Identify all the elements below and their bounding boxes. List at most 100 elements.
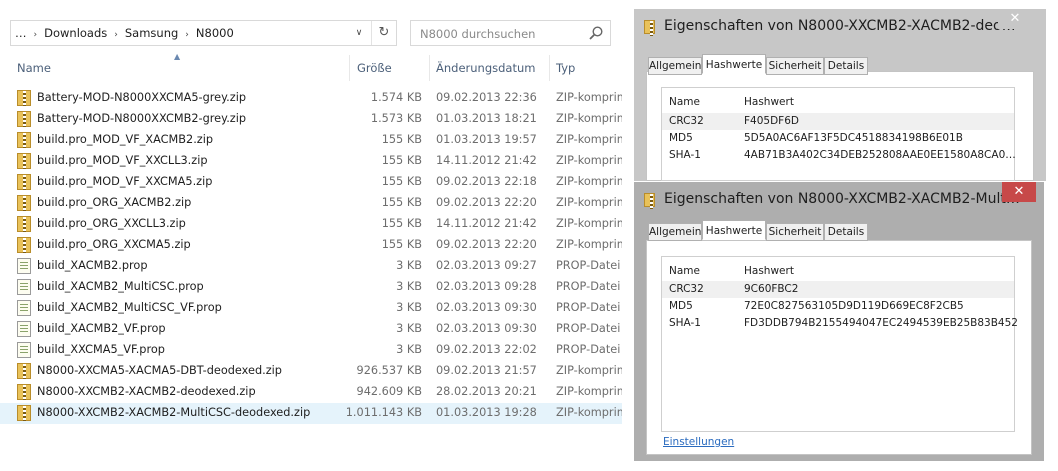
hash-header-value[interactable]: Hashwert xyxy=(744,265,794,277)
search-box[interactable]: N8000 durchsuchen xyxy=(410,20,611,46)
zip-file-icon xyxy=(644,20,655,36)
properties-dialog-2: Eigenschaften von N8000-XXCMB2-XACMB2-Mu… xyxy=(634,182,1044,461)
file-date: 02.03.2013 09:28 xyxy=(436,280,537,293)
file-size: 3 KB xyxy=(396,301,422,314)
address-bar[interactable]: … › Downloads › Samsung › N8000 ∨ ↻ xyxy=(10,20,397,46)
sort-ascending-icon: ▲ xyxy=(174,52,181,61)
hash-value: FD3DDB794B2155494047EC2494539EB25B83B452 xyxy=(744,317,1018,329)
prop-file-icon xyxy=(17,258,31,274)
hash-row[interactable]: SHA-1 4AB71B3A402C34DEB252808AAE0EE1580A8… xyxy=(662,147,1016,164)
search-icon[interactable] xyxy=(588,25,604,41)
column-header-type[interactable]: Typ xyxy=(556,61,575,75)
hash-name: CRC32 xyxy=(669,115,704,127)
file-date: 09.02.2013 21:57 xyxy=(436,364,537,377)
tab-sicherheit[interactable]: Sicherheit xyxy=(766,223,824,241)
file-name: build_XACMB2_VF.prop xyxy=(37,322,166,335)
hash-row[interactable]: MD5 5D5A0AC6AF13F5DC4518834198B6E01B xyxy=(662,130,1014,147)
file-row[interactable]: N8000-XXCMB2-XACMB2-MultiCSC-deodexed.zi… xyxy=(0,403,628,424)
tab-sicherheit[interactable]: Sicherheit xyxy=(766,57,824,75)
file-row[interactable]: Battery-MOD-N8000XXCMA5-grey.zip 1.574 KB… xyxy=(0,88,628,109)
breadcrumb-separator-icon: › xyxy=(33,30,38,40)
file-row[interactable]: build.pro_ORG_XACMB2.zip 155 KB 09.02.2013… xyxy=(0,193,628,214)
hash-value: 9C60FBC2 xyxy=(744,283,799,295)
file-size: 1.574 KB xyxy=(370,91,422,104)
tab-hashwerte[interactable]: Hashwerte xyxy=(702,54,766,74)
tab-details[interactable]: Details xyxy=(824,57,868,75)
file-row[interactable]: build.pro_ORG_XXCMA5.zip 155 KB 09.02.2013… xyxy=(0,235,628,256)
hash-header-name[interactable]: Name xyxy=(669,96,700,108)
search-placeholder[interactable]: N8000 durchsuchen xyxy=(420,27,535,41)
hash-name: MD5 xyxy=(669,132,693,144)
file-name: build_XACMB2_MultiCSC_VF.prop xyxy=(37,301,222,314)
breadcrumb-item-samsung[interactable]: Samsung xyxy=(125,26,178,40)
file-row[interactable]: build_XACMB2_MultiCSC_VF.prop 3 KB 02.03.2… xyxy=(0,298,622,319)
file-row[interactable]: N8000-XXCMB2-XACMB2-deodexed.zip 942.609 … xyxy=(0,382,628,403)
tab-allgemein[interactable]: Allgemein xyxy=(648,57,702,75)
breadcrumb-separator-icon: › xyxy=(185,30,189,40)
address-dropdown-chevron-icon[interactable]: ∨ xyxy=(350,24,368,42)
file-type: ZIP-komprim xyxy=(556,217,628,230)
file-row[interactable]: Battery-MOD-N8000XXCMB2-grey.zip 1.573 KB… xyxy=(0,109,628,130)
close-icon[interactable]: ✕ xyxy=(998,9,1032,29)
file-name: N8000-XXCMA5-XACMA5-DBT-deodexed.zip xyxy=(37,364,282,377)
file-row[interactable]: N8000-XXCMA5-XACMA5-DBT-deodexed.zip 926.… xyxy=(0,361,628,382)
file-type: ZIP-komprim xyxy=(556,406,628,419)
breadcrumb-overflow[interactable]: … xyxy=(15,26,27,40)
zip-file-icon xyxy=(17,216,31,232)
hash-row[interactable]: CRC32 9C60FBC2 xyxy=(662,281,1014,298)
tab-details[interactable]: Details xyxy=(824,223,868,241)
file-date: 09.02.2013 22:02 xyxy=(436,343,537,356)
file-row[interactable]: build.pro_MOD_VF_XACMB2.zip 155 KB 01.03.2… xyxy=(0,130,628,151)
file-row[interactable]: build.pro_MOD_VF_XXCLL3.zip 155 KB 14.11.2… xyxy=(0,151,628,172)
settings-link[interactable]: Einstellungen xyxy=(663,436,734,448)
column-divider[interactable] xyxy=(429,55,430,81)
file-row[interactable]: build_XACMB2_MultiCSC.prop 3 KB 02.03.2013… xyxy=(0,277,622,298)
file-row[interactable]: build.pro_MOD_VF_XXCMA5.zip 155 KB 09.02.2… xyxy=(0,172,628,193)
file-date: 09.02.2013 22:18 xyxy=(436,175,537,188)
hash-header-value[interactable]: Hashwert xyxy=(744,96,794,108)
window-gap xyxy=(622,0,634,471)
column-header-size[interactable]: Größe xyxy=(357,61,392,75)
zip-file-icon xyxy=(17,153,31,169)
file-type: PROP-Datei xyxy=(556,259,621,272)
file-row[interactable]: build_XACMB2.prop 3 KB 02.03.2013 09:27 PRO… xyxy=(0,256,622,277)
file-row[interactable]: build.pro_ORG_XXCLL3.zip 155 KB 14.11.2012… xyxy=(0,214,628,235)
file-type: ZIP-komprim xyxy=(556,385,628,398)
column-divider[interactable] xyxy=(349,55,350,81)
close-icon[interactable]: ✕ xyxy=(1002,182,1036,202)
refresh-icon[interactable]: ↻ xyxy=(371,21,396,45)
hash-name: CRC32 xyxy=(669,283,704,295)
hash-list: Name Hashwert CRC32 F405DF6D MD5 5D5A0AC6A… xyxy=(661,87,1016,181)
hash-list: Name Hashwert CRC32 9C60FBC2 MD5 72E0C8275… xyxy=(661,256,1018,432)
file-type: ZIP-komprim xyxy=(556,133,628,146)
tab-hashwerte[interactable]: Hashwerte xyxy=(702,220,766,240)
file-size: 155 KB xyxy=(381,196,422,209)
properties-dialog-1: Eigenschaften von N8000-XXCMB2-XACMB2-de… xyxy=(634,9,1046,181)
file-row[interactable]: build_XACMB2_VF.prop 3 KB 02.03.2013 09:30… xyxy=(0,319,622,340)
file-size: 3 KB xyxy=(396,280,422,293)
hash-name: MD5 xyxy=(669,300,693,312)
file-name: build.pro_MOD_VF_XXCMA5.zip xyxy=(37,175,213,188)
file-name: Battery-MOD-N8000XXCMA5-grey.zip xyxy=(37,91,247,104)
file-date: 01.03.2013 18:21 xyxy=(436,112,537,125)
file-type: ZIP-komprim xyxy=(556,175,628,188)
file-type: ZIP-komprim xyxy=(556,238,628,251)
hash-value: 72E0C827563105D9D119D669EC8F2CB5 xyxy=(744,300,964,312)
dialog-title: Eigenschaften von N8000-XXCMB2-XACMB2-de… xyxy=(664,18,1016,34)
hash-header-name[interactable]: Name xyxy=(669,265,700,277)
column-divider[interactable] xyxy=(549,55,550,81)
column-header-name[interactable]: Name xyxy=(17,61,51,75)
tab-allgemein[interactable]: Allgemein xyxy=(648,223,702,241)
hash-row[interactable]: SHA-1 FD3DDB794B2155494047EC2494539EB25B8… xyxy=(662,315,1018,332)
breadcrumb-item-n8000[interactable]: N8000 xyxy=(196,26,234,40)
file-row[interactable]: build_XXCMA5_VF.prop 3 KB 09.02.2013 22:02… xyxy=(0,340,622,361)
column-header-date[interactable]: Änderungsdatum xyxy=(436,61,535,75)
dialog-title: Eigenschaften von N8000-XXCMB2-XACMB2-Mu… xyxy=(664,191,1020,207)
file-type: PROP-Datei xyxy=(556,280,621,293)
breadcrumb-item-downloads[interactable]: Downloads xyxy=(44,26,107,40)
hash-row[interactable]: MD5 72E0C827563105D9D119D669EC8F2CB5 xyxy=(662,298,1014,315)
file-explorer-window: … › Downloads › Samsung › N8000 ∨ ↻ N8000 durc… xyxy=(0,0,628,471)
file-size: 3 KB xyxy=(396,343,422,356)
hash-row[interactable]: CRC32 F405DF6D xyxy=(662,113,1014,130)
file-size: 3 KB xyxy=(396,322,422,335)
